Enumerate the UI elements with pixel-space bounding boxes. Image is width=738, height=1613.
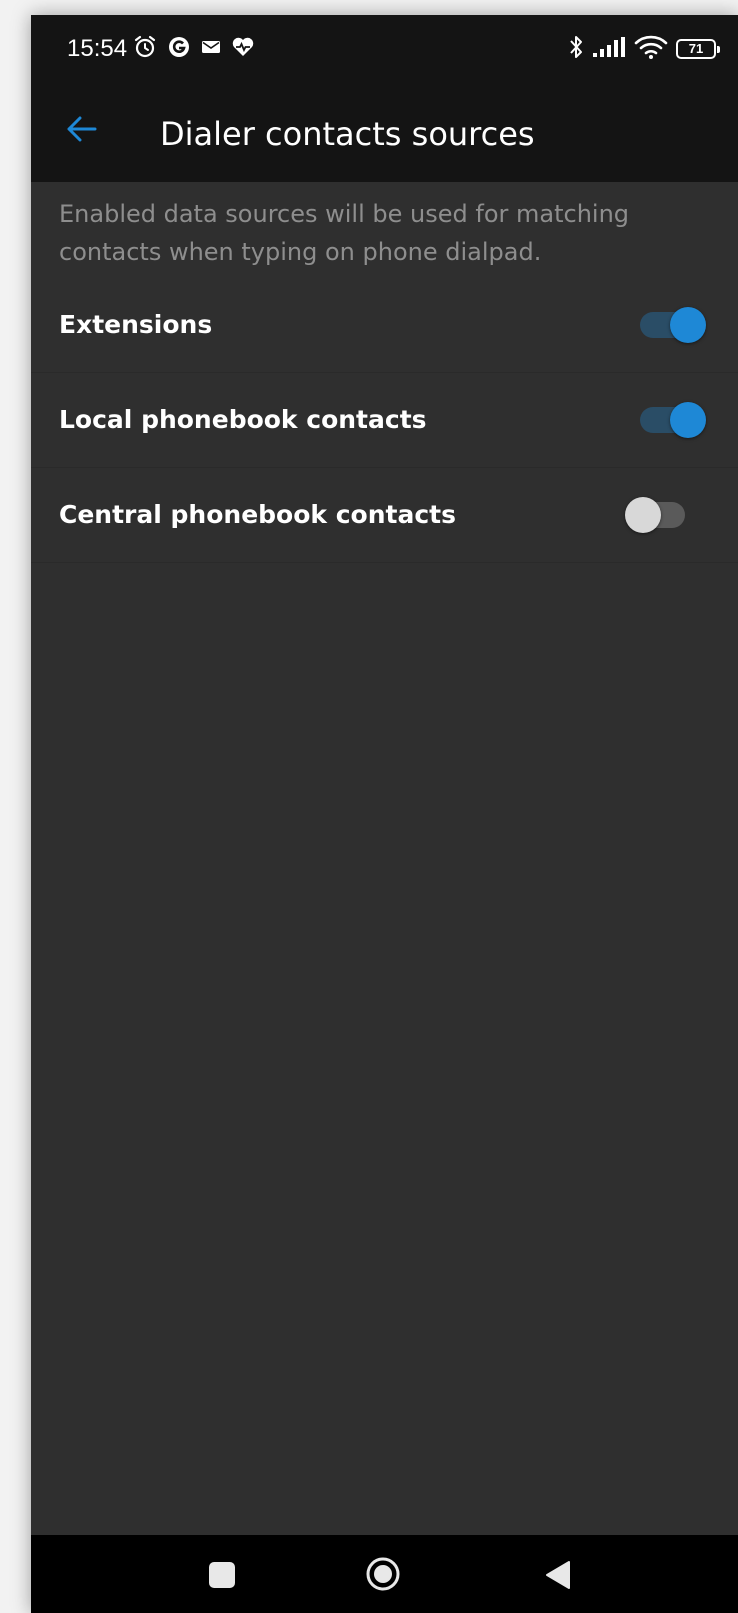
toggle-thumb	[670, 402, 706, 438]
phone-screen: 15:54 71 Dialer contacts sources Enabled…	[31, 15, 738, 1613]
battery-icon: 71	[676, 39, 720, 59]
setting-label: Local phonebook contacts	[59, 405, 427, 434]
recents-square-icon[interactable]	[209, 1562, 235, 1588]
alarm-icon	[133, 35, 157, 63]
setting-label: Central phonebook contacts	[59, 500, 456, 529]
back-button[interactable]	[59, 109, 103, 153]
mail-icon	[201, 39, 221, 59]
bluetooth-icon	[568, 34, 584, 64]
local-phonebook-toggle[interactable]	[640, 402, 706, 438]
extensions-toggle[interactable]	[640, 307, 706, 343]
screenshot-frame: 15:54 71 Dialer contacts sources Enabled…	[0, 0, 738, 1613]
home-circle-icon[interactable]	[365, 1556, 401, 1592]
setting-label: Extensions	[59, 310, 213, 339]
description-text: Enabled data sources will be used for ma…	[59, 200, 630, 266]
navigation-bar	[31, 1535, 738, 1613]
app-bar: Dialer contacts sources	[31, 83, 738, 182]
toggle-thumb	[670, 307, 706, 343]
g-icon	[167, 35, 191, 63]
battery-level: 71	[688, 41, 704, 56]
setting-row-central-phonebook[interactable]: Central phonebook contacts	[31, 468, 738, 563]
toggle-thumb	[625, 497, 661, 533]
wifi-icon	[634, 34, 668, 64]
status-time: 15:54	[67, 35, 128, 62]
signal-icon	[592, 36, 626, 62]
setting-row-extensions[interactable]: Extensions	[31, 278, 738, 373]
back-triangle-icon[interactable]	[543, 1560, 571, 1590]
status-left-icons	[133, 35, 255, 63]
central-phonebook-toggle[interactable]	[625, 497, 685, 533]
page-title: Dialer contacts sources	[160, 115, 535, 153]
health-icon	[231, 36, 255, 62]
arrow-left-icon	[65, 115, 97, 147]
setting-row-local-phonebook[interactable]: Local phonebook contacts	[31, 373, 738, 468]
status-right-icons: 71	[568, 34, 720, 64]
status-bar: 15:54 71	[31, 15, 738, 83]
